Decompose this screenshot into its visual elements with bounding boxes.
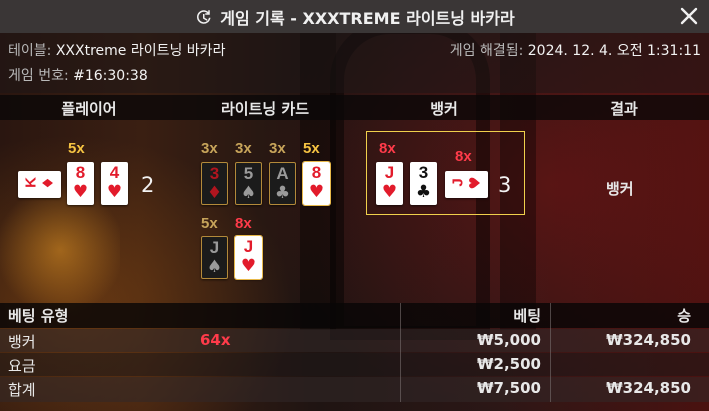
player-card-1: K ♦ — [18, 171, 61, 198]
lightning-column-header: 라이트닝 카드 — [220, 100, 310, 118]
column-divider — [400, 303, 401, 402]
card-rank: K — [22, 177, 40, 188]
card-suit: ♦ — [39, 176, 57, 190]
card-suit: ♣ — [274, 183, 291, 203]
banker-score: 3 — [498, 173, 512, 197]
lightning-card-6: J ♥ — [234, 235, 263, 280]
win-amount: ₩324,850 — [606, 379, 691, 397]
table-row: 합계 ₩7,500 ₩324,850 — [0, 377, 709, 402]
bet-amount: ₩2,500 — [477, 355, 541, 373]
bet-type: 요금 — [8, 357, 36, 375]
lightning-multiplier: 5x — [201, 215, 218, 232]
win-header: 승 — [677, 307, 691, 325]
player-score: 2 — [141, 173, 155, 197]
result-column-header: 결과 — [610, 100, 638, 118]
column-divider — [550, 303, 551, 402]
table-value: XXXtreme 라이트닝 바카라 — [55, 43, 226, 59]
settled-value: 2024. 12. 4. 오전 1:31:11 — [527, 43, 701, 59]
card-suit: ♥ — [308, 182, 325, 202]
card-rank: J — [209, 238, 220, 257]
card-suit: ♥ — [106, 182, 123, 202]
card-rank: 8 — [75, 163, 86, 182]
lightning-multiplier: 8x — [235, 215, 252, 232]
lightning-multiplier: 3x — [201, 140, 218, 157]
game-number-value: #16:30:38 — [73, 68, 148, 84]
card-suit: ♥ — [381, 182, 398, 202]
table-row: 뱅커 64x ₩5,000 ₩324,850 — [0, 329, 709, 352]
bet-amount: ₩7,500 — [477, 379, 541, 397]
game-number-label: 게임 번호: — [8, 68, 69, 84]
bets-header-row: 베팅 유형 베팅 승 — [0, 303, 709, 328]
banker-card-multiplier: 8x — [455, 148, 472, 165]
bet-multiplier: 64x — [200, 331, 231, 349]
player-column-header: 플레이어 — [61, 100, 117, 118]
card-suit: ♠ — [240, 183, 257, 203]
banker-column-header: 뱅커 — [430, 100, 458, 118]
bet-amount: ₩5,000 — [477, 331, 541, 349]
player-card-multiplier: 5x — [68, 140, 85, 157]
settled-info: 게임 해결됨: 2024. 12. 4. 오전 1:31:11 — [450, 40, 701, 60]
card-rank: 4 — [109, 163, 120, 182]
title-bar: 게임 기록 - XXXTREME 라이트닝 바카라 — [0, 0, 709, 33]
card-suit: ♥ — [466, 176, 484, 190]
player-card-3: 4 ♥ — [101, 162, 128, 205]
card-rank: A — [276, 164, 289, 183]
lightning-card-2: 5 ♠ — [235, 162, 262, 205]
game-number-info: 게임 번호: #16:30:38 — [8, 65, 148, 85]
settled-label: 게임 해결됨: — [449, 43, 524, 59]
game-info: 테이블: XXXtreme 라이트닝 바카라 게임 해결됨: 2024. 12.… — [0, 33, 709, 93]
table-info: 테이블: XXXtreme 라이트닝 바카라 — [8, 40, 225, 60]
banker-card-3: J ♥ — [445, 171, 488, 198]
win-amount: ₩324,850 — [606, 331, 691, 349]
close-icon[interactable] — [677, 4, 701, 28]
lightning-multiplier: 3x — [235, 140, 252, 157]
card-rank: J — [384, 163, 395, 182]
card-rank: 5 — [243, 164, 254, 183]
card-suit: ♥ — [240, 256, 257, 276]
bet-amount-header: 베팅 — [513, 307, 541, 325]
bets-table: 베팅 유형 베팅 승 뱅커 64x ₩5,000 ₩324,850 요금 ₩2,… — [0, 303, 709, 411]
banker-card-1: J ♥ — [376, 162, 403, 205]
bet-type-header: 베팅 유형 — [8, 307, 69, 325]
bet-type: 뱅커 — [8, 333, 36, 351]
card-rank: J — [449, 178, 467, 187]
card-suit: ♠ — [206, 257, 223, 277]
bet-type: 합계 — [8, 381, 36, 399]
banker-card-multiplier: 8x — [379, 140, 396, 157]
title-text: 게임 기록 - XXXTREME 라이트닝 바카라 — [220, 8, 515, 28]
lightning-card-1: 3 ♦ — [201, 162, 228, 205]
lightning-card-5: J ♠ — [201, 236, 228, 279]
card-rank: 3 — [418, 163, 429, 182]
banker-card-2: 3 ♣ — [410, 162, 437, 205]
card-rank: 8 — [311, 163, 322, 182]
column-headers: 플레이어 라이트닝 카드 뱅커 결과 — [0, 95, 709, 120]
card-rank: 3 — [209, 164, 220, 183]
table-row: 요금 ₩2,500 — [0, 353, 709, 376]
table-label: 테이블: — [8, 43, 52, 59]
lightning-multiplier: 5x — [303, 140, 320, 157]
card-suit: ♥ — [72, 182, 89, 202]
lightning-card-4: 8 ♥ — [302, 161, 331, 206]
lightning-card-3: A ♣ — [269, 162, 296, 205]
player-card-2: 8 ♥ — [67, 162, 94, 205]
card-suit: ♦ — [206, 183, 223, 203]
card-rank: J — [243, 237, 254, 256]
lightning-multiplier: 3x — [269, 140, 286, 157]
game-result: 뱅커 — [606, 180, 634, 198]
card-suit: ♣ — [415, 182, 432, 202]
history-icon — [197, 9, 211, 24]
